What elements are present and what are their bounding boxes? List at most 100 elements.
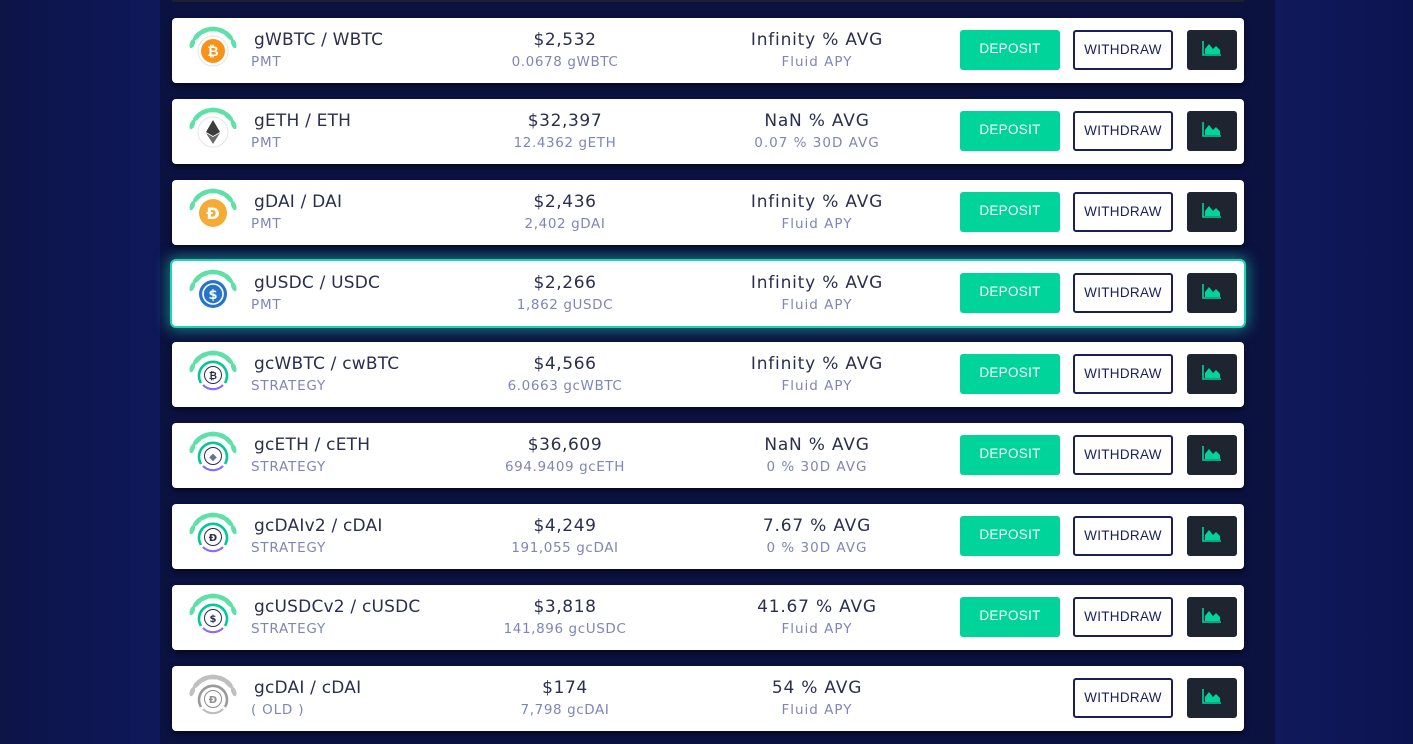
area-chart-icon bbox=[1202, 283, 1222, 303]
pool-apy-subtitle: Fluid APY bbox=[781, 54, 853, 70]
pool-row: $ gUSDC / USDC PMT $2,266 1,862 gUSDC In… bbox=[172, 261, 1244, 326]
compound-dai-icon: Ð bbox=[186, 511, 240, 563]
deposit-button[interactable]: DEPOSIT bbox=[960, 273, 1060, 313]
pool-name: gcDAI / cDAI bbox=[254, 678, 362, 698]
pool-apy-subtitle: 0.07 % 30D AVG bbox=[754, 135, 880, 151]
deposit-button[interactable]: DEPOSIT bbox=[960, 435, 1060, 475]
pool-row: ◆ gcETH / cETH STRATEGY $36,609 694.9409… bbox=[172, 423, 1244, 488]
pool-name: gETH / ETH bbox=[254, 111, 352, 131]
bitcoin-icon: ₿ bbox=[186, 25, 240, 77]
withdraw-button[interactable]: WITHDRAW bbox=[1073, 192, 1173, 232]
pool-name: gcDAIv2 / cDAI bbox=[254, 516, 383, 536]
pool-usd-value: $2,266 bbox=[533, 273, 597, 293]
chart-button[interactable] bbox=[1187, 273, 1237, 313]
dai-icon: Ð bbox=[186, 187, 240, 239]
pool-apy: Infinity % AVG bbox=[750, 30, 884, 50]
withdraw-button[interactable]: WITHDRAW bbox=[1073, 678, 1173, 718]
pool-type: PMT bbox=[251, 135, 282, 151]
compound-dai-icon: Ð bbox=[186, 673, 240, 725]
withdraw-button[interactable]: WITHDRAW bbox=[1073, 111, 1173, 151]
withdraw-button[interactable]: WITHDRAW bbox=[1073, 354, 1173, 394]
pool-type: STRATEGY bbox=[251, 378, 327, 394]
pool-apy-subtitle: 0 % 30D AVG bbox=[766, 459, 868, 475]
pool-type: STRATEGY bbox=[251, 459, 327, 475]
deposit-button[interactable]: DEPOSIT bbox=[960, 597, 1060, 637]
area-chart-icon bbox=[1202, 364, 1222, 384]
area-chart-icon bbox=[1202, 688, 1222, 708]
pool-type: STRATEGY bbox=[251, 540, 327, 556]
pool-type: ( OLD ) bbox=[251, 702, 305, 718]
svg-text:₿: ₿ bbox=[209, 370, 217, 382]
withdraw-button[interactable]: WITHDRAW bbox=[1073, 435, 1173, 475]
deposit-button[interactable]: DEPOSIT bbox=[960, 516, 1060, 556]
pool-type: PMT bbox=[251, 297, 282, 313]
pool-type: PMT bbox=[251, 54, 282, 70]
withdraw-button[interactable]: WITHDRAW bbox=[1073, 30, 1173, 70]
usdc-icon: $ bbox=[186, 268, 240, 320]
deposit-button[interactable]: DEPOSIT bbox=[960, 192, 1060, 232]
chart-button[interactable] bbox=[1187, 597, 1237, 637]
pool-apy-subtitle: Fluid APY bbox=[781, 702, 853, 718]
pool-apy-subtitle: Fluid APY bbox=[781, 297, 853, 313]
chart-button[interactable] bbox=[1187, 30, 1237, 70]
svg-text:◆: ◆ bbox=[209, 452, 217, 463]
page-background-right bbox=[1273, 0, 1413, 744]
pool-token-balance: 191,055 gcDAI bbox=[511, 540, 619, 556]
previous-row-edge bbox=[172, 0, 1244, 2]
compound-usdc-icon: $ bbox=[186, 592, 240, 644]
pool-name: gcETH / cETH bbox=[254, 435, 371, 455]
chart-button[interactable] bbox=[1187, 516, 1237, 556]
pool-apy-subtitle: 0 % 30D AVG bbox=[766, 540, 868, 556]
pool-apy: 7.67 % AVG bbox=[762, 516, 872, 536]
pool-name: gcUSDCv2 / cUSDC bbox=[254, 597, 421, 617]
chart-button[interactable] bbox=[1187, 111, 1237, 151]
svg-text:Ð: Ð bbox=[209, 695, 217, 706]
pool-usd-value: $4,249 bbox=[533, 516, 597, 536]
svg-text:Ð: Ð bbox=[206, 204, 219, 223]
pool-apy: 41.67 % AVG bbox=[757, 597, 877, 617]
pool-row: $ gcUSDCv2 / cUSDC STRATEGY $3,818 141,8… bbox=[172, 585, 1244, 650]
pool-apy: Infinity % AVG bbox=[750, 192, 884, 212]
pool-name: gcWBTC / cwBTC bbox=[254, 354, 400, 374]
pool-token-balance: 6.0663 gcWBTC bbox=[507, 378, 623, 394]
compound-bitcoin-icon: ₿ bbox=[186, 349, 240, 401]
pool-token-balance: 0.0678 gWBTC bbox=[511, 54, 619, 70]
pool-apy: Infinity % AVG bbox=[750, 273, 884, 293]
withdraw-button[interactable]: WITHDRAW bbox=[1073, 516, 1173, 556]
svg-text:$: $ bbox=[208, 288, 217, 303]
svg-text:Ð: Ð bbox=[209, 533, 217, 544]
pool-apy-subtitle: Fluid APY bbox=[781, 216, 853, 232]
svg-text:₿: ₿ bbox=[207, 44, 218, 60]
pool-usd-value: $174 bbox=[542, 678, 588, 698]
pool-row: Ð gDAI / DAI PMT $2,436 2,402 gDAI Infin… bbox=[172, 180, 1244, 245]
pool-token-balance: 7,798 gcDAI bbox=[520, 702, 610, 718]
compound-ethereum-icon: ◆ bbox=[186, 430, 240, 482]
chart-button[interactable] bbox=[1187, 192, 1237, 232]
pool-row: Ð gcDAIv2 / cDAI STRATEGY $4,249 191,055… bbox=[172, 504, 1244, 569]
svg-text:$: $ bbox=[210, 614, 217, 625]
pool-usd-value: $36,609 bbox=[527, 435, 603, 455]
deposit-button[interactable]: DEPOSIT bbox=[960, 111, 1060, 151]
withdraw-button[interactable]: WITHDRAW bbox=[1073, 597, 1173, 637]
withdraw-button[interactable]: WITHDRAW bbox=[1073, 273, 1173, 313]
pool-token-balance: 12.4362 gETH bbox=[513, 135, 617, 151]
pool-row: Ð gcDAI / cDAI ( OLD ) $174 7,798 gcDAI … bbox=[172, 666, 1244, 731]
pool-type: PMT bbox=[251, 216, 282, 232]
deposit-button[interactable]: DEPOSIT bbox=[960, 30, 1060, 70]
chart-button[interactable] bbox=[1187, 678, 1237, 718]
pool-name: gDAI / DAI bbox=[254, 192, 343, 212]
pool-type: STRATEGY bbox=[251, 621, 327, 637]
pool-apy-subtitle: Fluid APY bbox=[781, 621, 853, 637]
pool-apy: NaN % AVG bbox=[764, 111, 870, 131]
pool-token-balance: 1,862 gUSDC bbox=[516, 297, 614, 313]
pool-token-balance: 694.9409 gcETH bbox=[504, 459, 626, 475]
chart-button[interactable] bbox=[1187, 435, 1237, 475]
pool-usd-value: $4,566 bbox=[533, 354, 597, 374]
pool-name: gUSDC / USDC bbox=[254, 273, 381, 293]
deposit-button[interactable]: DEPOSIT bbox=[960, 354, 1060, 394]
chart-button[interactable] bbox=[1187, 354, 1237, 394]
pool-token-balance: 141,896 gcUSDC bbox=[503, 621, 627, 637]
pool-row: ₿ gcWBTC / cwBTC STRATEGY $4,566 6.0663 … bbox=[172, 342, 1244, 407]
pool-usd-value: $2,532 bbox=[533, 30, 597, 50]
pool-row: gETH / ETH PMT $32,397 12.4362 gETH NaN … bbox=[172, 99, 1244, 164]
